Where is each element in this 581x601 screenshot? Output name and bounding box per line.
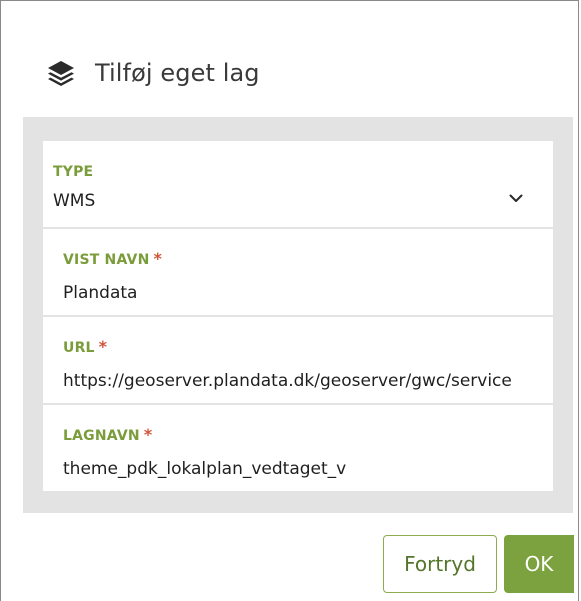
add-layer-dialog: Tilføj eget lag TYPE WMS VIST NAVN * Plan… bbox=[0, 0, 579, 601]
type-value: WMS bbox=[53, 191, 96, 211]
url-label-text: URL bbox=[63, 340, 95, 356]
layers-icon bbox=[45, 57, 77, 89]
cancel-button[interactable]: Fortryd bbox=[383, 535, 497, 593]
required-mark: * bbox=[98, 337, 108, 356]
url-label: URL * bbox=[63, 337, 107, 356]
type-select[interactable]: TYPE WMS bbox=[43, 141, 553, 227]
display-name-field[interactable]: VIST NAVN * Plandata bbox=[43, 229, 553, 315]
required-mark: * bbox=[143, 425, 153, 444]
display-name-label-text: VIST NAVN bbox=[63, 252, 150, 268]
required-mark: * bbox=[153, 249, 163, 268]
dialog-header: Tilføj eget lag bbox=[45, 53, 260, 93]
layer-name-input[interactable]: theme_pdk_lokalplan_vedtaget_v bbox=[63, 459, 535, 479]
ok-button[interactable]: OK bbox=[504, 535, 574, 593]
display-name-input[interactable]: Plandata bbox=[63, 283, 535, 303]
url-input[interactable]: https://geoserver.plandata.dk/geoserver/… bbox=[63, 371, 535, 391]
chevron-down-icon[interactable] bbox=[507, 189, 525, 207]
layer-name-label: LAGNAVN * bbox=[63, 425, 152, 444]
form-panel: TYPE WMS VIST NAVN * Plandata URL * https:… bbox=[23, 117, 573, 513]
url-field[interactable]: URL * https://geoserver.plandata.dk/geose… bbox=[43, 317, 553, 403]
layer-name-label-text: LAGNAVN bbox=[63, 428, 140, 444]
display-name-label: VIST NAVN * bbox=[63, 249, 162, 268]
type-label: TYPE bbox=[53, 164, 94, 180]
layer-name-field[interactable]: LAGNAVN * theme_pdk_lokalplan_vedtaget_v bbox=[43, 405, 553, 491]
dialog-title: Tilføj eget lag bbox=[95, 59, 260, 87]
